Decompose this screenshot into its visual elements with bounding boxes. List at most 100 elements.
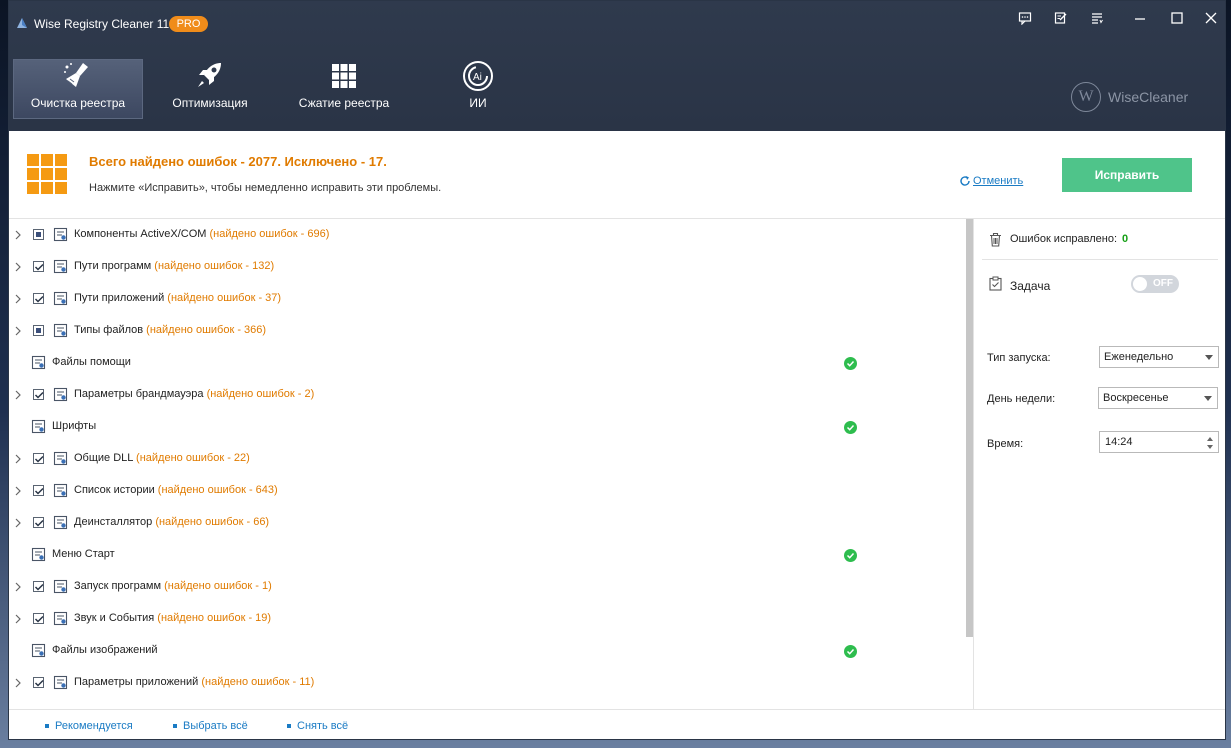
divider xyxy=(982,259,1218,260)
item-error-count: (найдено ошибок - 2) xyxy=(203,388,315,400)
chevron-right-icon[interactable] xyxy=(13,614,23,624)
chevron-right-icon[interactable] xyxy=(13,678,23,688)
item-name: Файлы помощи xyxy=(52,356,131,368)
result-grid-icon xyxy=(27,154,67,194)
item-checkbox[interactable] xyxy=(33,389,44,400)
recommended-link[interactable]: Рекомендуется xyxy=(45,720,133,732)
item-name: Файлы изображений xyxy=(52,644,158,656)
list-item[interactable]: Компоненты ActiveX/COM (найдено ошибок -… xyxy=(9,219,974,251)
chevron-right-icon[interactable] xyxy=(13,230,23,240)
list-item[interactable]: Общие DLL (найдено ошибок - 22) xyxy=(9,443,974,475)
chevron-right-icon[interactable] xyxy=(13,582,23,592)
item-error-count: (найдено ошибок - 22) xyxy=(133,452,250,464)
time-value: 14:24 xyxy=(1105,436,1133,448)
select-all-link[interactable]: Выбрать всё xyxy=(173,720,248,732)
item-name: Параметры брандмауэра xyxy=(74,388,204,400)
trash-icon xyxy=(990,232,1001,247)
item-label: Типы файлов (найдено ошибок - 366) xyxy=(74,324,266,336)
chevron-right-icon[interactable] xyxy=(13,262,23,272)
maximize-icon[interactable] xyxy=(1165,11,1189,31)
list-item[interactable]: Звук и События (найдено ошибок - 19) xyxy=(9,603,974,635)
item-checkbox[interactable] xyxy=(33,677,44,688)
list-item[interactable]: Файлы изображений xyxy=(9,635,974,667)
chevron-down-icon xyxy=(1204,396,1212,401)
brand-name: WiseCleaner xyxy=(1108,89,1189,105)
deselect-all-link[interactable]: Снять всё xyxy=(287,720,348,732)
item-name: Типы файлов xyxy=(74,324,144,336)
item-label: Параметры приложений (найдено ошибок - 1… xyxy=(74,676,314,688)
time-spinner[interactable]: 14:24 xyxy=(1099,431,1219,453)
spin-up-icon[interactable] xyxy=(1207,437,1213,441)
fix-button[interactable]: Исправить xyxy=(1062,158,1192,192)
tab-registry-cleaner[interactable]: Очистка реестра xyxy=(13,59,143,119)
app-window: Wise Registry Cleaner 11 PRO Очистка рее… xyxy=(8,0,1226,740)
app-title: Wise Registry Cleaner 11 xyxy=(34,17,170,31)
item-checkbox[interactable] xyxy=(33,485,44,496)
task-label: Задача xyxy=(1010,279,1051,293)
broom-icon xyxy=(64,63,88,87)
close-icon[interactable] xyxy=(1199,11,1223,31)
list-item[interactable]: Запуск программ (найдено ошибок - 1) xyxy=(9,571,974,603)
chevron-right-icon[interactable] xyxy=(13,390,23,400)
item-checkbox[interactable] xyxy=(33,453,44,464)
app-settings-icon xyxy=(53,675,68,690)
fixed-count-label: Ошибок исправлено: xyxy=(1010,233,1118,245)
chevron-right-icon[interactable] xyxy=(13,326,23,336)
top-bar: Wise Registry Cleaner 11 PRO Очистка рее… xyxy=(9,1,1225,131)
item-checkbox[interactable] xyxy=(33,293,44,304)
run-type-select[interactable]: Еженедельно xyxy=(1099,346,1219,368)
tab-ai[interactable]: Ai ИИ xyxy=(413,59,543,119)
list-item[interactable]: Пути программ (найдено ошибок - 132) xyxy=(9,251,974,283)
item-checkbox[interactable] xyxy=(33,229,44,240)
uninstall-icon xyxy=(53,515,68,530)
chevron-right-icon[interactable] xyxy=(13,454,23,464)
task-toggle[interactable]: OFF xyxy=(1131,275,1179,293)
undo-link[interactable]: Отменить xyxy=(959,175,1023,187)
item-name: Звук и События xyxy=(74,612,155,624)
tab-label: Оптимизация xyxy=(172,96,248,110)
item-checkbox[interactable] xyxy=(33,325,44,336)
list-item[interactable]: Список истории (найдено ошибок - 643) xyxy=(9,475,974,507)
list-item[interactable]: Пути приложений (найдено ошибок - 37) xyxy=(9,283,974,315)
tab-label: ИИ xyxy=(469,96,487,110)
item-error-count: (найдено ошибок - 643) xyxy=(154,484,278,496)
list-item[interactable]: Деинсталлятор (найдено ошибок - 66) xyxy=(9,507,974,539)
item-error-count: (найдено ошибок - 132) xyxy=(151,260,275,272)
item-checkbox[interactable] xyxy=(33,261,44,272)
item-name: Пути приложений xyxy=(74,292,165,304)
weekday-value: Воскресенье xyxy=(1103,392,1169,404)
list-item[interactable]: Типы файлов (найдено ошибок - 366) xyxy=(9,315,974,347)
item-error-count: (найдено ошибок - 696) xyxy=(206,228,330,240)
edit-icon[interactable] xyxy=(1049,11,1073,31)
item-error-count: (найдено ошибок - 11) xyxy=(198,676,315,688)
item-error-count: (найдено ошибок - 66) xyxy=(152,516,270,528)
item-checkbox[interactable] xyxy=(33,613,44,624)
item-checkbox[interactable] xyxy=(33,517,44,528)
item-label: Меню Старт xyxy=(52,548,115,560)
tab-label: Очистка реестра xyxy=(30,96,126,110)
chevron-right-icon[interactable] xyxy=(13,294,23,304)
menu-icon[interactable] xyxy=(1085,11,1109,31)
spin-down-icon[interactable] xyxy=(1207,445,1213,449)
list-item[interactable]: Меню Старт xyxy=(9,539,974,571)
check-ok-icon xyxy=(844,357,857,370)
tab-registry-defrag[interactable]: Сжатие реестра xyxy=(279,59,409,119)
sound-icon xyxy=(53,611,68,626)
check-ok-icon xyxy=(844,421,857,434)
weekday-select[interactable]: Воскресенье xyxy=(1098,387,1218,409)
chevron-right-icon[interactable] xyxy=(13,486,23,496)
list-item[interactable]: Шрифты xyxy=(9,411,974,443)
app-path-icon xyxy=(53,291,68,306)
chevron-right-icon[interactable] xyxy=(13,518,23,528)
list-scrollbar[interactable] xyxy=(966,219,973,637)
item-checkbox[interactable] xyxy=(33,581,44,592)
list-item[interactable]: Файлы помощи xyxy=(9,347,974,379)
list-item[interactable]: Параметры приложений (найдено ошибок - 1… xyxy=(9,667,974,699)
item-name: Пути программ xyxy=(74,260,152,272)
list-item[interactable]: Параметры брандмауэра (найдено ошибок - … xyxy=(9,379,974,411)
minimize-icon[interactable] xyxy=(1128,11,1152,31)
fixed-count-value: 0 xyxy=(1122,233,1129,245)
undo-label: Отменить xyxy=(973,175,1024,187)
tab-optimization[interactable]: Оптимизация xyxy=(145,59,275,119)
feedback-icon[interactable] xyxy=(1013,11,1037,31)
